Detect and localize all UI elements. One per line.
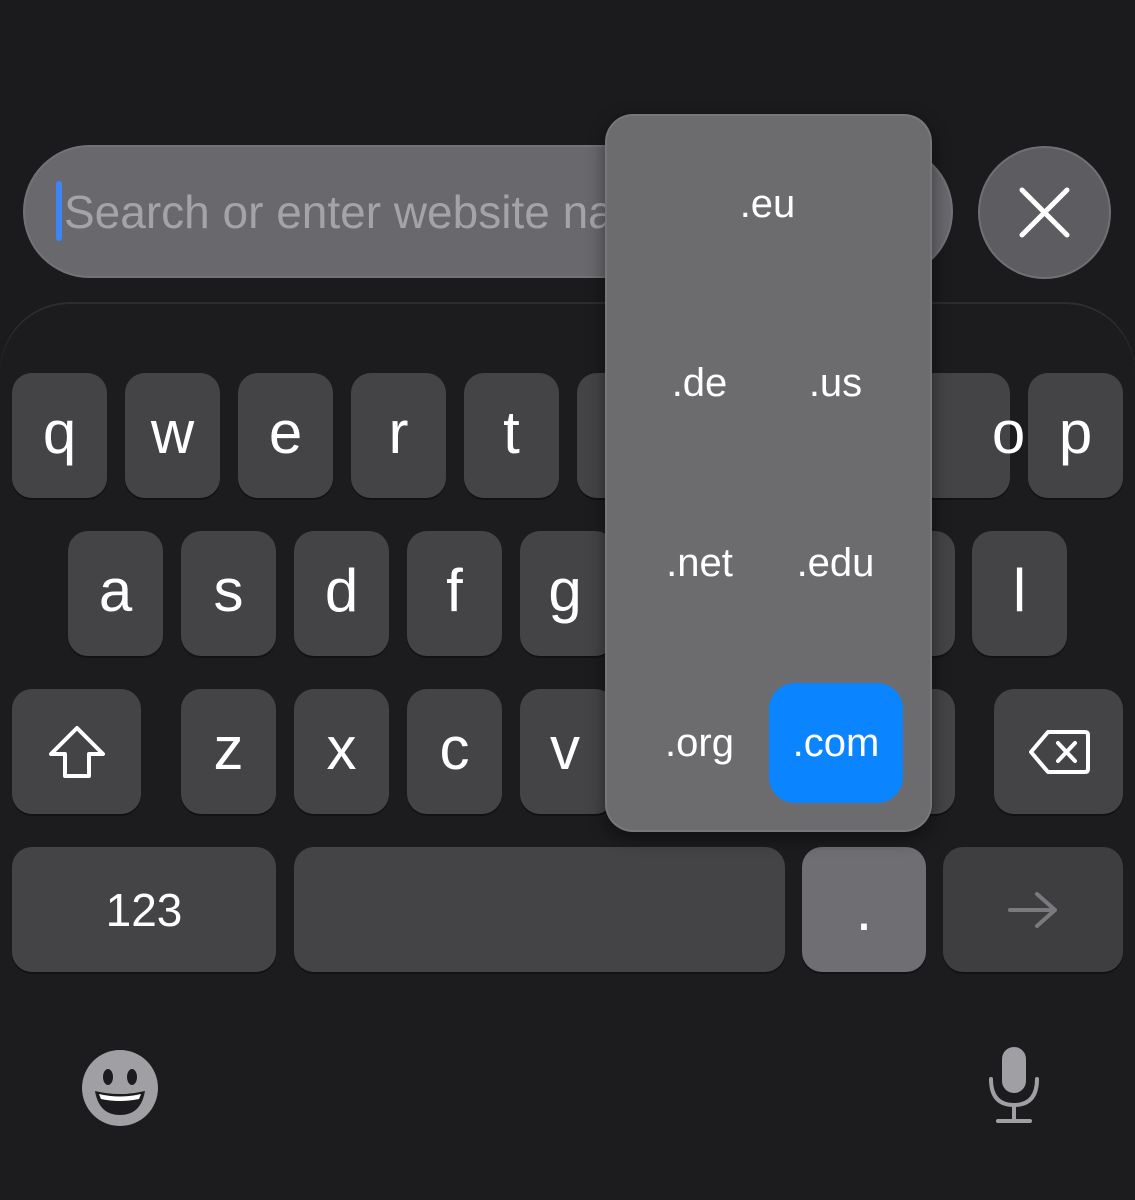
keyboard: q w e r t o p a s d f g l z x c v 123 .	[0, 302, 1135, 1200]
close-icon	[1019, 187, 1070, 238]
domain-option-org[interactable]: .org	[632, 683, 767, 803]
shift-icon	[48, 725, 105, 778]
key-label: z	[213, 715, 244, 782]
microphone-icon[interactable]	[985, 1045, 1043, 1125]
key-p[interactable]: p	[1028, 373, 1123, 498]
key-label: x	[326, 715, 357, 782]
domain-option-com[interactable]: .com	[769, 683, 903, 803]
text-cursor	[56, 181, 62, 241]
key-label: p	[1058, 399, 1093, 466]
key-label: g	[548, 557, 582, 624]
domain-option-edu[interactable]: .edu	[768, 503, 903, 623]
domain-label: .edu	[796, 541, 875, 585]
key-label: t	[503, 399, 520, 466]
key-w[interactable]: w	[125, 373, 220, 498]
return-arrow-icon	[1008, 891, 1057, 928]
key-f[interactable]: f	[407, 531, 502, 656]
domain-suggestions-popup: .eu .de .us .net .edu .org .com	[605, 114, 932, 832]
domain-option-de[interactable]: .de	[632, 323, 767, 443]
key-l[interactable]: l	[972, 531, 1067, 656]
screen: Search or enter website name q w e r t o…	[0, 0, 1135, 1200]
key-label: c	[439, 715, 470, 782]
search-input[interactable]: Search or enter website name	[64, 180, 624, 244]
shift-key[interactable]	[12, 689, 141, 814]
key-g[interactable]: g	[520, 531, 615, 656]
key-r[interactable]: r	[351, 373, 446, 498]
domain-label: .de	[671, 361, 728, 405]
key-label: r	[388, 399, 409, 466]
key-x[interactable]: x	[294, 689, 389, 814]
domain-option-net[interactable]: .net	[632, 503, 767, 623]
key-a[interactable]: a	[68, 531, 163, 656]
backspace-icon	[1028, 729, 1090, 774]
backspace-key[interactable]	[994, 689, 1123, 814]
key-d[interactable]: d	[294, 531, 389, 656]
domain-label: .net	[666, 541, 733, 585]
period-key[interactable]: .	[802, 847, 926, 972]
domain-label: .eu	[739, 182, 796, 226]
key-z[interactable]: z	[181, 689, 276, 814]
key-t[interactable]: t	[464, 373, 559, 498]
domain-option-eu[interactable]: .eu	[700, 144, 835, 264]
key-label: 123	[105, 883, 183, 936]
go-key[interactable]	[943, 847, 1123, 972]
key-label: .	[855, 876, 873, 943]
key-label: o	[991, 399, 1026, 466]
key-label: a	[98, 557, 133, 624]
key-label: v	[550, 715, 580, 782]
domain-label: .org	[665, 721, 734, 765]
key-label: s	[213, 557, 244, 624]
space-key[interactable]	[294, 847, 785, 972]
key-label: e	[268, 399, 303, 466]
key-c[interactable]: c	[407, 689, 502, 814]
key-label: l	[1012, 557, 1027, 624]
key-e[interactable]: e	[238, 373, 333, 498]
key-label: q	[42, 399, 77, 466]
numbers-key[interactable]: 123	[12, 847, 276, 972]
close-button[interactable]	[978, 146, 1111, 279]
key-label: d	[324, 557, 359, 624]
domain-label: .com	[792, 721, 880, 765]
domain-label: .us	[808, 361, 863, 405]
domain-option-us[interactable]: .us	[768, 323, 903, 443]
key-label: w	[150, 399, 195, 466]
key-label: f	[446, 557, 463, 624]
emoji-icon[interactable]	[81, 1049, 159, 1127]
key-v[interactable]: v	[520, 689, 615, 814]
key-q[interactable]: q	[12, 373, 107, 498]
key-s[interactable]: s	[181, 531, 276, 656]
